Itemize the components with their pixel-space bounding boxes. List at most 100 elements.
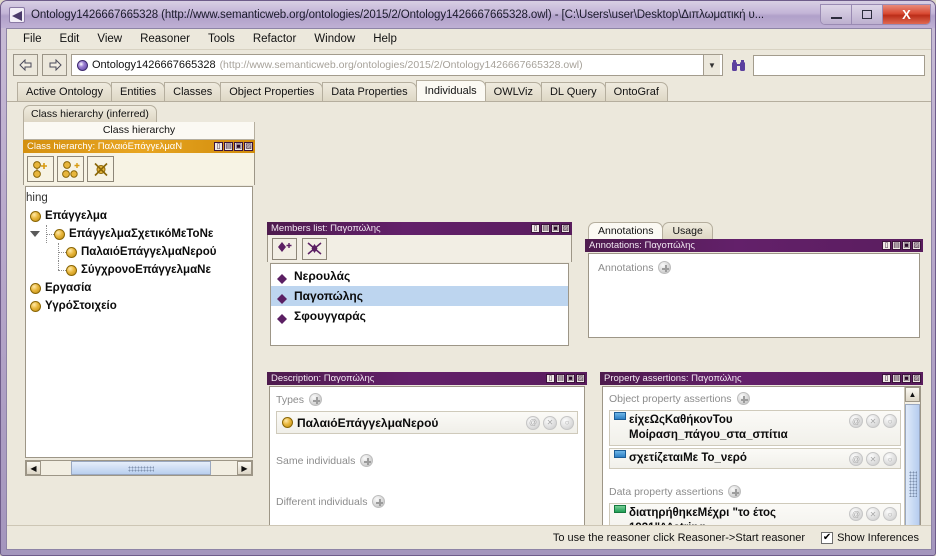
close-icon[interactable]: ▨ (244, 142, 253, 151)
list-item[interactable]: Παγοπώλης (271, 286, 568, 306)
edit-icon[interactable]: ○ (883, 452, 897, 466)
split-icon[interactable]: ▯ (531, 224, 540, 233)
tab-object-properties[interactable]: Object Properties (220, 82, 324, 101)
menu-view[interactable]: View (88, 31, 131, 47)
search-input[interactable] (753, 54, 925, 76)
edit-icon[interactable]: ○ (883, 414, 897, 428)
tab-classes[interactable]: Classes (164, 82, 222, 101)
plus-circle-icon[interactable] (309, 393, 323, 406)
tree-item-ergasia[interactable]: Εργασία (26, 279, 252, 297)
delete-icon[interactable]: ✕ (866, 507, 880, 521)
object-property-assertion-row[interactable]: σχετίζεταιΜε Το_νερό @ ✕ ○ (609, 448, 901, 469)
maximize-icon[interactable]: ▣ (902, 241, 911, 250)
tree-item-label: hing (26, 192, 48, 204)
tree-item-epaggelma-sxetiko[interactable]: ΕπάγγελμαΣχετικόΜεΤοΝε (26, 225, 252, 243)
delete-icon[interactable]: ✕ (866, 414, 880, 428)
class-hierarchy-horizontal-scrollbar[interactable]: ◀ ▶ (25, 460, 253, 476)
close-icon[interactable]: ▨ (912, 241, 921, 250)
menu-edit[interactable]: Edit (51, 31, 89, 47)
tab-individuals[interactable]: Individuals (415, 80, 486, 101)
split-icon[interactable]: ▯ (214, 142, 223, 151)
minimize-icon[interactable]: ▤ (556, 374, 565, 383)
tab-owlviz[interactable]: OWLViz (484, 82, 542, 101)
annotation-icon[interactable]: @ (849, 507, 863, 521)
list-item[interactable]: Σφουγγαράς (271, 306, 568, 326)
close-icon[interactable]: ▨ (912, 374, 921, 383)
annotation-icon[interactable]: @ (849, 414, 863, 428)
maximize-icon[interactable]: ▣ (902, 374, 911, 383)
list-item[interactable]: Νερουλάς (271, 266, 568, 286)
scrollbar-thumb[interactable] (71, 461, 211, 475)
scroll-right-arrow-icon[interactable]: ▶ (237, 461, 252, 475)
split-icon[interactable]: ▯ (882, 241, 891, 250)
assertion-row-buttons: @ ✕ ○ (849, 506, 897, 521)
tab-dl-query[interactable]: DL Query (540, 82, 606, 101)
tree-item-sygxrono-epaggelma-nerou[interactable]: ΣύγχρονοΕπάγγελμαΝε (26, 261, 252, 279)
annotation-icon[interactable]: @ (526, 415, 540, 430)
chevron-down-icon[interactable]: ▼ (703, 55, 720, 75)
maximize-button[interactable] (852, 5, 883, 24)
plus-circle-icon[interactable] (360, 454, 374, 467)
chevron-down-icon[interactable] (30, 229, 40, 239)
minimize-icon[interactable]: ▤ (541, 224, 550, 233)
menu-refactor[interactable]: Refactor (244, 31, 305, 47)
close-button[interactable]: X (883, 5, 930, 24)
tab-entities[interactable]: Entities (111, 82, 166, 101)
members-list[interactable]: Νερουλάς Παγοπώλης Σφουγγαράς (270, 263, 569, 346)
split-icon[interactable]: ▯ (546, 374, 555, 383)
plus-circle-icon[interactable] (728, 485, 742, 498)
tree-item-palaio-epaggelma-nerou[interactable]: ΠαλαιόΕπάγγελμαΝερού (26, 243, 252, 261)
minimize-icon[interactable]: ▤ (892, 241, 901, 250)
tab-class-hierarchy[interactable]: Class hierarchy (23, 122, 255, 140)
object-property-assertion-row[interactable]: είχεΩςΚαθήκονΤου Μοίραση_πάγου_στα_σπίτια… (609, 410, 901, 446)
menu-window[interactable]: Window (305, 31, 364, 47)
tree-item-ygro-stoixeio[interactable]: ΥγρόΣτοιχείο (26, 297, 252, 315)
maximize-icon[interactable]: ▣ (551, 224, 560, 233)
menu-reasoner[interactable]: Reasoner (131, 31, 199, 47)
scroll-up-arrow-icon[interactable]: ▲ (905, 387, 920, 402)
maximize-icon[interactable]: ▣ (566, 374, 575, 383)
annotation-icon[interactable]: @ (849, 452, 863, 466)
delete-individual-icon[interactable] (302, 237, 327, 260)
delete-icon[interactable]: ✕ (543, 415, 557, 430)
tree-item-epaggelma[interactable]: Επάγγελμα (26, 207, 252, 225)
class-hierarchy-tree[interactable]: hing Επάγγελμα ΕπάγγελμαΣχετικόΜεΤοΝε Πα… (25, 186, 253, 458)
edit-icon[interactable]: ○ (883, 507, 897, 521)
menu-tools[interactable]: Tools (199, 31, 244, 47)
close-icon[interactable]: ▨ (576, 374, 585, 383)
tab-data-properties[interactable]: Data Properties (322, 82, 417, 101)
delete-icon[interactable]: ✕ (866, 452, 880, 466)
checkbox-checkmark-icon[interactable]: ✔ (821, 531, 834, 544)
close-icon[interactable]: ▨ (561, 224, 570, 233)
plus-circle-icon[interactable] (658, 261, 672, 274)
tab-active-ontology[interactable]: Active Ontology (17, 82, 113, 101)
menu-file[interactable]: File (14, 31, 51, 47)
tree-item-thing[interactable]: hing (26, 189, 252, 207)
add-individual-icon[interactable] (272, 237, 297, 260)
minimize-button[interactable] (821, 5, 852, 24)
minimize-icon[interactable]: ▤ (892, 374, 901, 383)
menu-help[interactable]: Help (364, 31, 406, 47)
forward-button[interactable] (42, 54, 67, 76)
minimize-icon[interactable]: ▤ (224, 142, 233, 151)
maximize-icon[interactable]: ▣ (234, 142, 243, 151)
back-button[interactable] (13, 54, 38, 76)
plus-circle-icon[interactable] (372, 495, 386, 508)
edit-icon[interactable]: ○ (560, 415, 574, 430)
scroll-left-arrow-icon[interactable]: ◀ (26, 461, 41, 475)
plus-circle-icon[interactable] (736, 392, 750, 405)
title-bar: Ontology1426667665328 (http://www.semant… (1, 1, 935, 28)
scrollbar-track[interactable] (41, 461, 237, 475)
tab-class-hierarchy-inferred[interactable]: Class hierarchy (inferred) (23, 105, 157, 122)
tab-usage[interactable]: Usage (662, 222, 713, 239)
add-sibling-class-icon[interactable] (57, 156, 84, 182)
section-label: Data property assertions (609, 485, 724, 498)
delete-class-icon[interactable] (87, 156, 114, 182)
type-value-row[interactable]: ΠαλαιόΕπάγγελμαΝερού @ ✕ ○ (276, 411, 578, 434)
split-icon[interactable]: ▯ (882, 374, 891, 383)
tab-annotations[interactable]: Annotations (588, 222, 664, 239)
show-inferences-checkbox[interactable]: ✔ Show Inferences (821, 531, 919, 544)
add-subclass-icon[interactable] (27, 156, 54, 182)
ontology-address-bar[interactable]: Ontology1426667665328 (http://www.semant… (71, 54, 723, 76)
tab-ontograf[interactable]: OntoGraf (604, 82, 668, 101)
